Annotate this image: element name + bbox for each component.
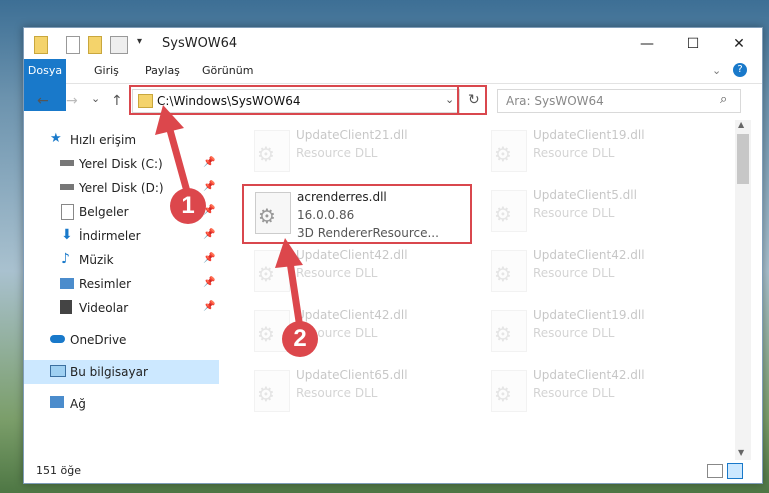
search-icon[interactable]: ⌕	[720, 92, 727, 107]
file-list: ⚙ UpdateClient21.dll Resource DLL ⚙ acre…	[220, 120, 735, 460]
network-icon	[50, 396, 64, 408]
list-item[interactable]: ⚙ UpdateClient42.dll Resource DLL	[246, 246, 466, 298]
title-bar: ▾ SysWOW64 — ☐ ✕	[24, 28, 762, 59]
help-icon[interactable]: ?	[733, 63, 747, 77]
ribbon: Dosya Giriş Paylaş Görünüm ⌄ ?	[24, 59, 762, 111]
search-box[interactable]: Ara: SysWOW64 ⌕	[497, 89, 741, 113]
properties-icon[interactable]	[66, 36, 80, 54]
music-icon: ♪	[61, 251, 70, 267]
gear-icon: ⚙	[257, 142, 275, 166]
sidebar-item-network[interactable]: Ağ	[24, 392, 219, 416]
drive-icon	[60, 160, 74, 166]
scroll-down-icon[interactable]: ▼	[738, 448, 744, 457]
new-folder-icon[interactable]	[88, 36, 102, 54]
window-title: SysWOW64	[162, 36, 238, 51]
address-highlight-box	[129, 85, 459, 115]
gear-icon: ⚙	[494, 142, 512, 166]
forward-button[interactable]: →	[66, 93, 78, 109]
close-button[interactable]: ✕	[716, 28, 762, 59]
list-item[interactable]: ⚙ UpdateClient5.dll Resource DLL	[483, 186, 703, 238]
sidebar-item-disk-c[interactable]: Yerel Disk (C:) 📌	[24, 152, 219, 176]
up-button[interactable]: ↑	[111, 93, 123, 109]
recent-locations-button[interactable]: ⌄	[91, 92, 100, 105]
refresh-highlight-box	[457, 85, 487, 115]
sidebar-item-downloads[interactable]: ⬇ İndirmeler 📌	[24, 224, 219, 248]
videos-icon	[60, 300, 72, 314]
gear-icon: ⚙	[494, 382, 512, 406]
drive-icon	[60, 184, 74, 190]
sidebar-item-videos[interactable]: Videolar 📌	[24, 296, 219, 320]
sidebar-item-music[interactable]: ♪ Müzik 📌	[24, 248, 219, 272]
pin-icon[interactable]: 📌	[203, 229, 215, 240]
status-bar: 151 öğe	[24, 460, 762, 482]
sidebar-item-onedrive[interactable]: OneDrive	[24, 328, 219, 352]
navigation-pane: ★ Hızlı erişim Yerel Disk (C:) 📌 Yerel D…	[24, 120, 219, 460]
ribbon-expand-icon[interactable]: ⌄	[712, 64, 721, 77]
sidebar-item-pictures[interactable]: Resimler 📌	[24, 272, 219, 296]
gear-icon: ⚙	[257, 382, 275, 406]
search-input[interactable]: Ara: SysWOW64	[506, 94, 604, 108]
folder-icon[interactable]	[34, 36, 48, 54]
list-item[interactable]: ⚙ UpdateClient42.dll Resource DLL	[483, 366, 703, 418]
star-icon: ★	[50, 131, 62, 146]
list-item[interactable]: ⚙ UpdateClient42.dll Resource DLL	[483, 246, 703, 298]
computer-icon	[50, 365, 66, 377]
pin-icon[interactable]: 📌	[203, 301, 215, 312]
item-count: 151 öğe	[36, 464, 81, 477]
pin-icon[interactable]: 📌	[203, 181, 215, 192]
download-icon: ⬇	[61, 227, 73, 243]
list-item[interactable]: ⚙ UpdateClient42.dll Resource DLL	[246, 306, 466, 358]
cloud-icon	[50, 335, 65, 343]
file-highlight-box	[242, 184, 472, 244]
list-item[interactable]: ⚙ UpdateClient19.dll Resource DLL	[483, 126, 703, 178]
list-item[interactable]: ⚙ UpdateClient19.dll Resource DLL	[483, 306, 703, 358]
scrollbar-thumb[interactable]	[737, 134, 749, 184]
step-badge-2: 2	[282, 321, 318, 357]
list-item[interactable]: ⚙ UpdateClient65.dll Resource DLL	[246, 366, 466, 418]
gear-icon: ⚙	[257, 322, 275, 346]
customize-icon[interactable]	[110, 36, 128, 54]
pin-icon[interactable]: 📌	[203, 157, 215, 168]
gear-icon: ⚙	[494, 262, 512, 286]
pin-icon[interactable]: 📌	[203, 253, 215, 264]
vertical-scrollbar[interactable]: ▲ ▼	[735, 120, 751, 460]
gear-icon: ⚙	[494, 202, 512, 226]
dropdown-icon[interactable]: ▾	[137, 36, 142, 52]
maximize-button[interactable]: ☐	[670, 28, 716, 59]
back-button[interactable]: ←	[37, 93, 49, 109]
pictures-icon	[60, 278, 74, 289]
gear-icon: ⚙	[494, 322, 512, 346]
list-item[interactable]: ⚙ UpdateClient21.dll Resource DLL	[246, 126, 466, 178]
tab-gorunum[interactable]: Görünüm	[194, 59, 261, 83]
tab-paylas[interactable]: Paylaş	[137, 59, 188, 83]
step-badge-1: 1	[170, 188, 206, 224]
details-view-icon[interactable]	[707, 464, 723, 478]
documents-icon	[61, 204, 74, 220]
large-icons-view-icon[interactable]	[727, 463, 743, 479]
minimize-button[interactable]: —	[624, 28, 670, 59]
tab-giris[interactable]: Giriş	[86, 59, 127, 83]
sidebar-item-quick-access[interactable]: ★ Hızlı erişim	[24, 128, 219, 152]
scroll-up-icon[interactable]: ▲	[738, 120, 744, 129]
gear-icon: ⚙	[257, 262, 275, 286]
sidebar-item-this-pc[interactable]: Bu bilgisayar	[24, 360, 219, 384]
pin-icon[interactable]: 📌	[203, 277, 215, 288]
